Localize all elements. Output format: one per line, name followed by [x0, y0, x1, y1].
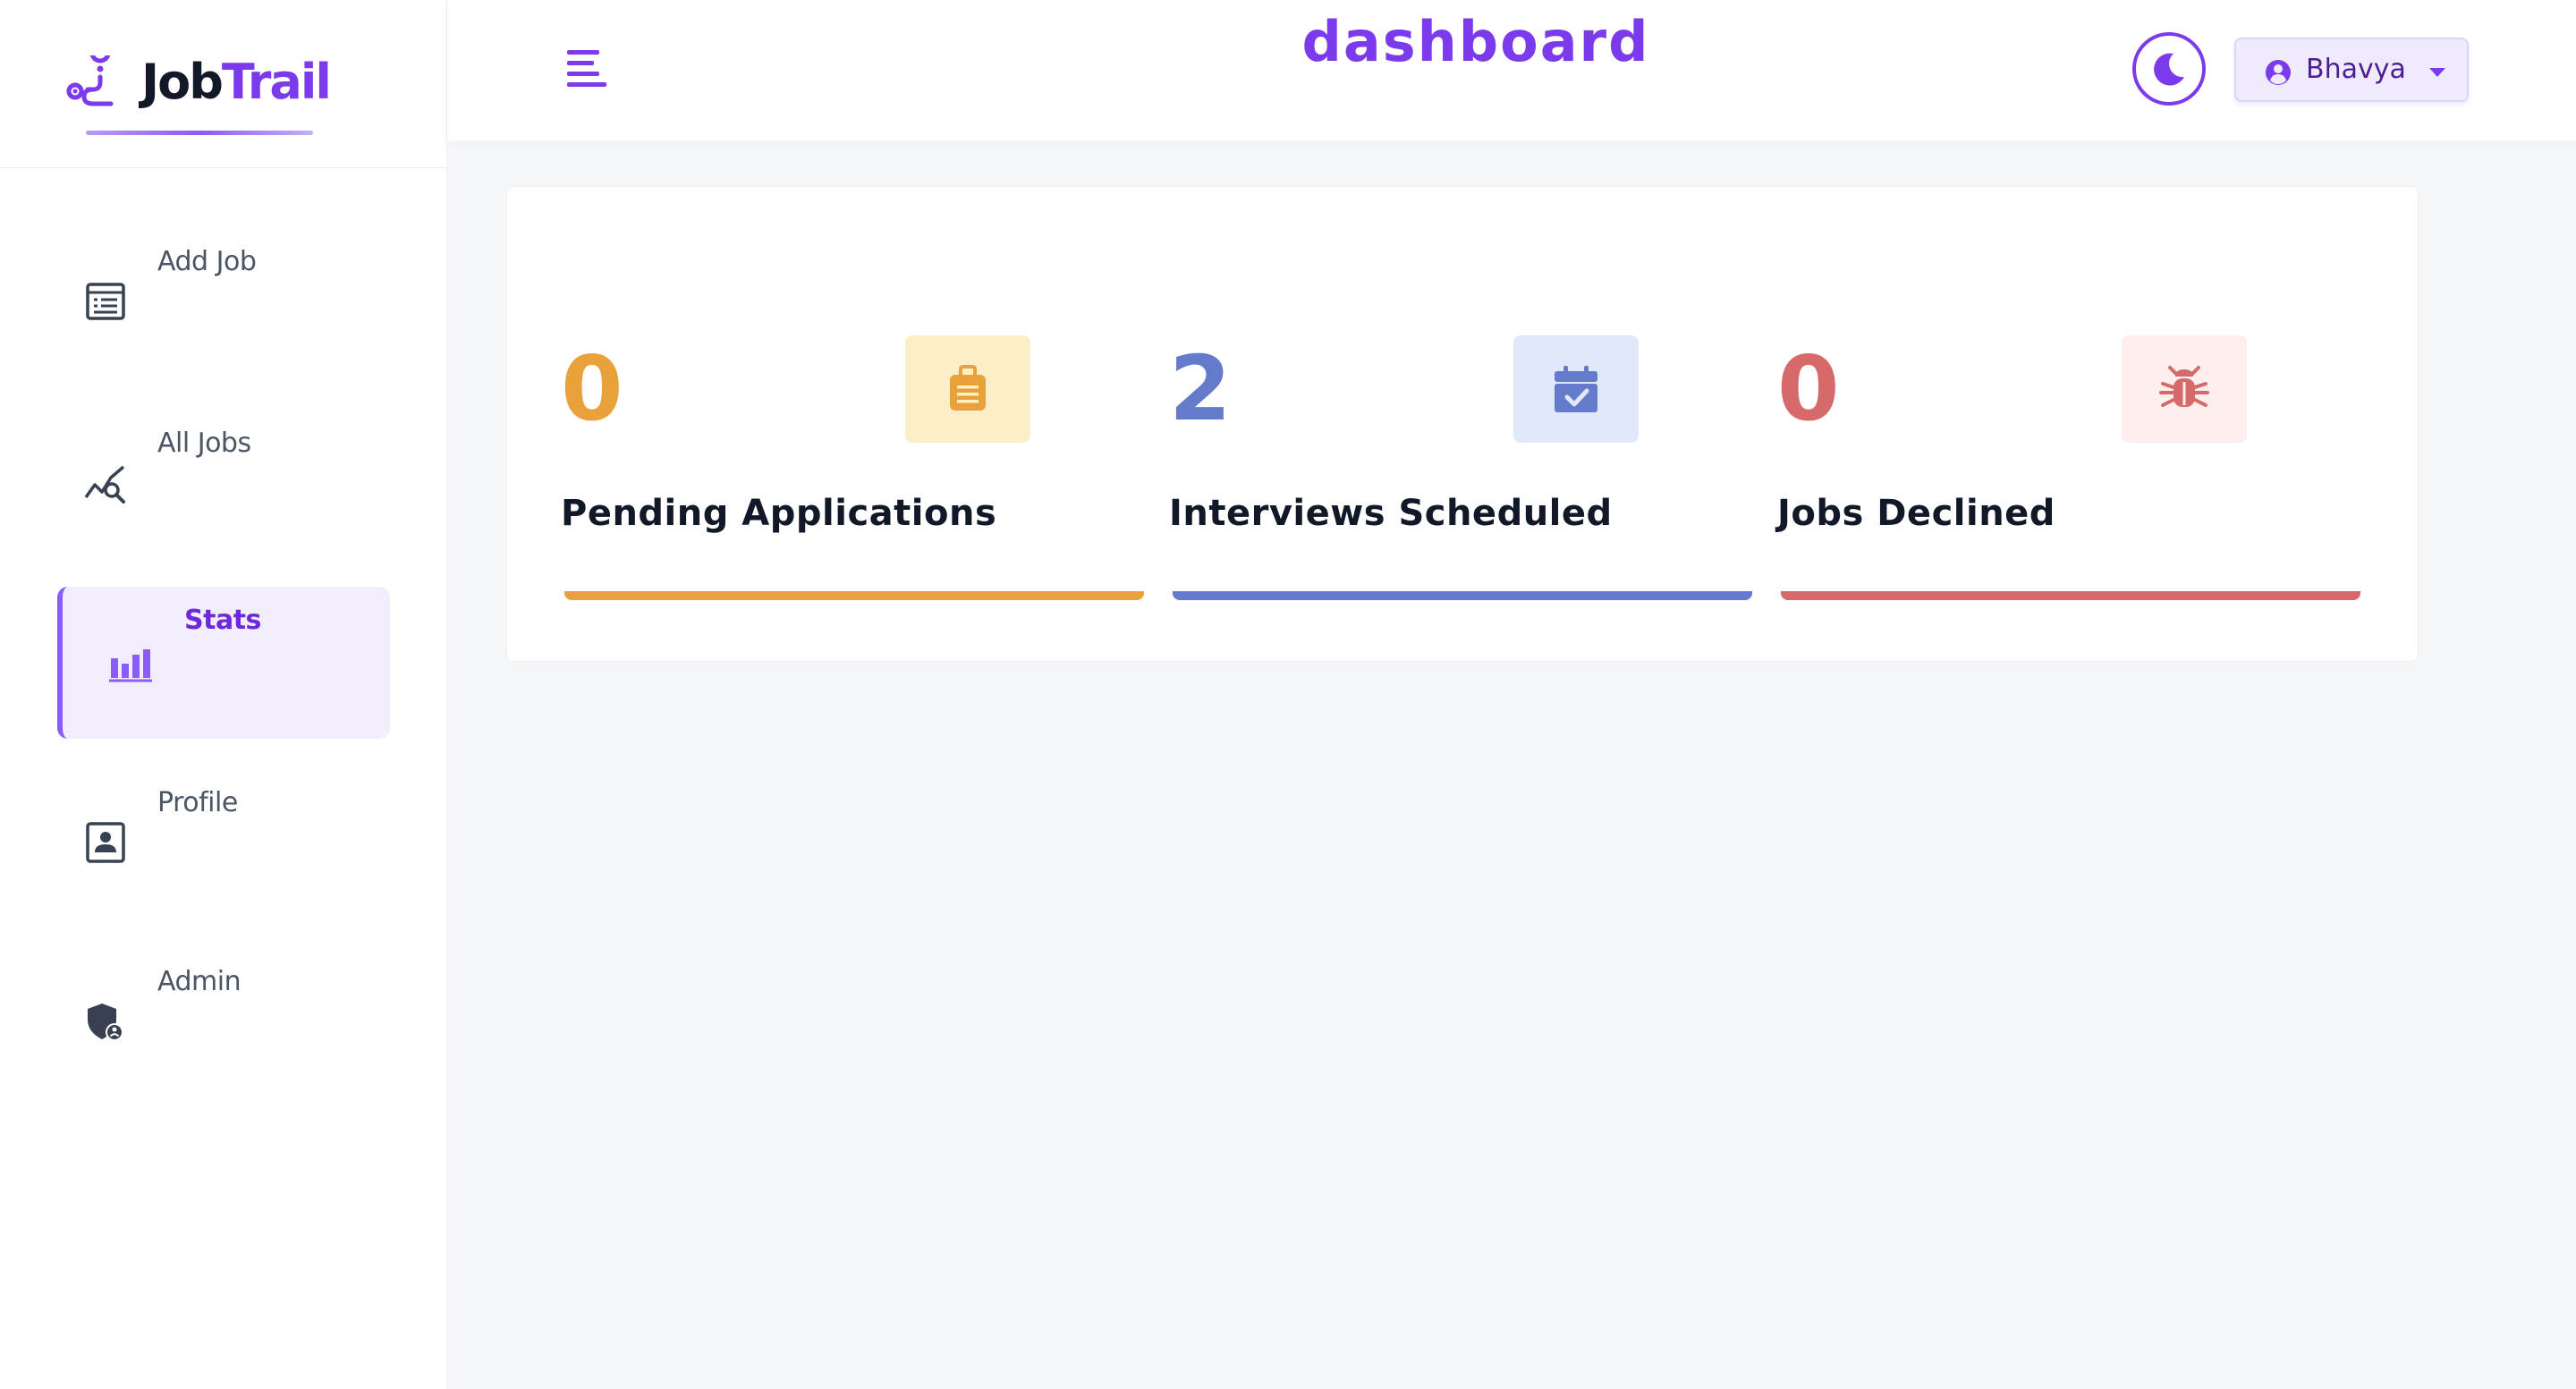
- sidebar-item-label: Add Job: [157, 246, 257, 277]
- moon-icon: [2154, 53, 2184, 86]
- sidebar-item-add-job[interactable]: Add Job: [57, 228, 390, 380]
- sidebar: JobTrail Add Job All Jobs Stats Profile …: [0, 0, 447, 1389]
- sidebar-item-label: Admin: [157, 966, 242, 997]
- calendar-check-icon: [1555, 366, 1597, 412]
- user-name: Bhavya: [2306, 54, 2406, 85]
- stat-declined: 0 Jobs Declined: [1724, 187, 2360, 663]
- stats-card: 0 Pending Applications 2 Interviews Sche…: [506, 186, 2419, 662]
- stat-label: Jobs Declined: [1777, 493, 2055, 534]
- stat-label: Interviews Scheduled: [1169, 493, 1613, 534]
- sidebar-item-admin[interactable]: Admin: [57, 948, 390, 1100]
- user-circle-icon: [2266, 60, 2291, 85]
- chevron-down-icon: [2429, 68, 2445, 77]
- bug-icon: [2159, 366, 2209, 407]
- stat-icon-box: [905, 335, 1030, 443]
- stat-bar: [564, 591, 1144, 600]
- route-logo-icon: [66, 55, 114, 106]
- stat-label: Pending Applications: [561, 493, 997, 534]
- stat-interviews: 2 Interviews Scheduled: [1115, 187, 1752, 663]
- logo-text-trail: Trail: [221, 54, 332, 110]
- sidebar-item-all-jobs[interactable]: All Jobs: [57, 410, 390, 562]
- stat-count: 0: [1777, 336, 1840, 441]
- all-jobs-icon: [84, 465, 125, 504]
- admin-icon: [88, 1004, 123, 1041]
- stat-icon-box: [1513, 335, 1639, 443]
- theme-toggle-button[interactable]: [2132, 32, 2206, 106]
- logo-text: JobTrail: [141, 49, 332, 115]
- profile-icon: [86, 822, 125, 863]
- stat-count: 0: [561, 336, 623, 441]
- stat-icon-box: [2122, 335, 2247, 443]
- sidebar-item-label: Profile: [157, 787, 238, 818]
- user-menu-button[interactable]: Bhavya: [2234, 38, 2469, 102]
- stats-icon: [109, 649, 152, 682]
- sidebar-item-label: All Jobs: [157, 428, 251, 459]
- logo-text-job: Job: [141, 54, 224, 110]
- stat-pending: 0 Pending Applications: [507, 187, 1144, 663]
- sidebar-item-stats[interactable]: Stats: [57, 587, 390, 739]
- sidebar-item-profile[interactable]: Profile: [57, 769, 390, 921]
- sidebar-item-label: Stats: [184, 605, 261, 636]
- top-bar: dashboard Bhavya: [447, 0, 2576, 141]
- stat-bar: [1781, 591, 2360, 600]
- suitcase-icon: [950, 365, 986, 411]
- stat-count: 2: [1169, 336, 1232, 441]
- logo-underline: [86, 131, 313, 135]
- add-job-icon: [86, 283, 125, 320]
- stat-bar: [1173, 591, 1752, 600]
